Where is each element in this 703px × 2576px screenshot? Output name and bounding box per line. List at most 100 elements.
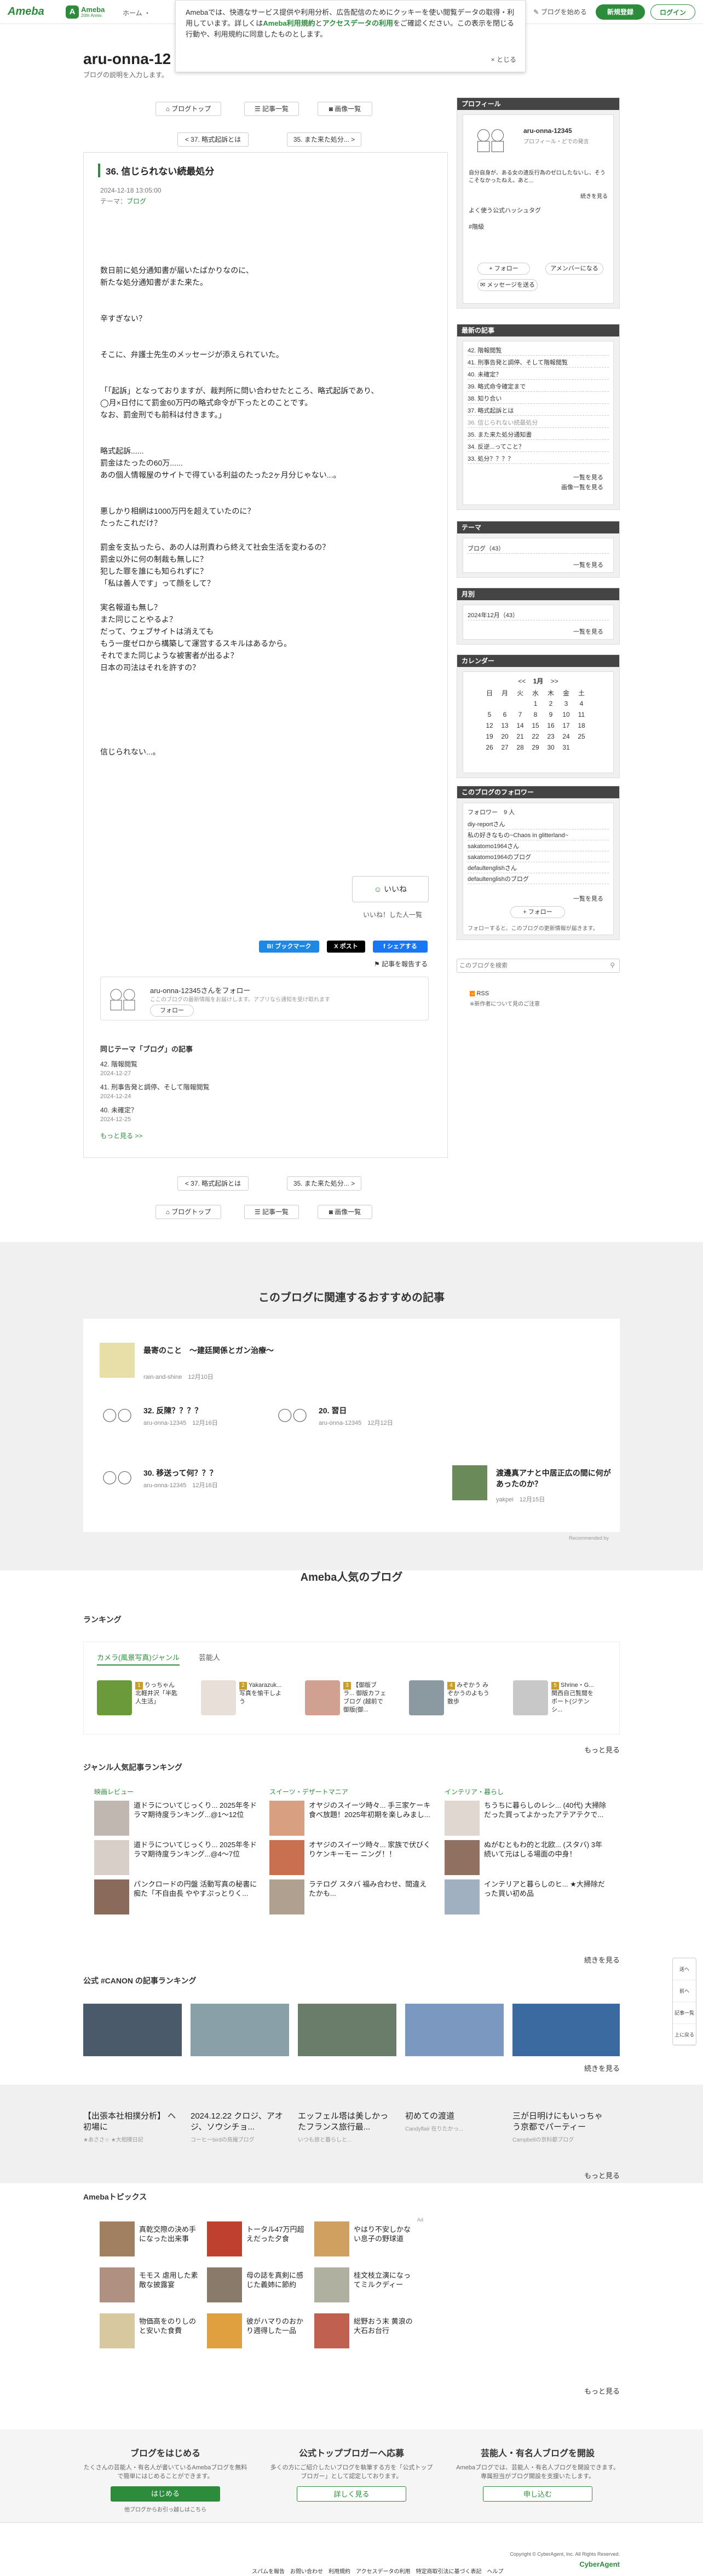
- theme-more-link[interactable]: 一覧を見る: [573, 560, 603, 569]
- blog-title[interactable]: aru-onna-12: [83, 50, 171, 68]
- floating-nav-button[interactable]: 記事一覧: [673, 2002, 696, 2024]
- genre-article[interactable]: オヤジのスイーツ時々... 手三家ケーキ食べ放題！2025年初期を楽しみまし..…: [269, 1801, 434, 1840]
- prev-article-button-bottom[interactable]: < 37. 略式起訴とは: [177, 1176, 249, 1191]
- theme-link[interactable]: ブログ: [126, 198, 146, 205]
- floating-nav-button[interactable]: 上に戻る: [673, 2024, 696, 2046]
- follow-button[interactable]: フォロー: [150, 1005, 194, 1017]
- article-title[interactable]: 36. 信じられない続最処分: [98, 164, 214, 177]
- recommend-item[interactable]: 渡邊真アナと中居正広の間に何があったのか？ yakpei 12月15日: [452, 1465, 616, 1509]
- next-article-button-bottom[interactable]: 35. また来た処分... >: [287, 1176, 361, 1191]
- follower-link[interactable]: sakatomo1964さん: [468, 842, 609, 851]
- topic-item[interactable]: 総野おう末 黄浪の大石お台行: [314, 2313, 413, 2348]
- recent-article-link[interactable]: 38. 知り合い: [468, 394, 609, 404]
- topic-item[interactable]: モモス 虐用した素敵な披露宴: [100, 2267, 198, 2302]
- cta-migrate-link[interactable]: 他ブログからお引っ越しはこちら: [83, 2505, 247, 2513]
- prev-article-button[interactable]: < 37. 略式起訴とは: [177, 132, 249, 147]
- report-link[interactable]: ⚑ 記事を報告する: [374, 959, 428, 968]
- same-theme-item[interactable]: 41. 刑事告発と調停、そして階報閲覧 2024-12-24: [100, 1083, 210, 1101]
- terms-link[interactable]: Ameba利用規約: [263, 19, 315, 27]
- recent-images-link[interactable]: 画像一覧を見る: [561, 483, 603, 491]
- recommend-item[interactable]: 20. 習日 aru-onna-12345 12月12日: [275, 1403, 516, 1447]
- topic-item[interactable]: 桂文枝立演になってミルクディー: [314, 2267, 413, 2302]
- ranking-more-link[interactable]: もっと見る: [584, 1744, 620, 1755]
- footer-link[interactable]: お問い合わせ: [290, 2569, 323, 2575]
- news-item[interactable]: 【出張本社相撲分析】 ヘ初場に ★あささ☆ ★大相撲日記: [83, 2111, 176, 2146]
- genre-article[interactable]: ラテログ スタバ 福み合わせ、間違えたかも...: [269, 1879, 434, 1919]
- genre-article[interactable]: オヤジのスイーツ時々... 家族で伏びくりケンキーモー ニング！！: [269, 1840, 434, 1879]
- blog-search-input[interactable]: [459, 960, 602, 971]
- article-list-button[interactable]: ☰ 記事一覧: [244, 102, 299, 116]
- recent-article-link[interactable]: 33. 処分？？？？: [468, 454, 609, 464]
- footer-link[interactable]: スパムを報告: [252, 2569, 285, 2575]
- article-list-button-bottom[interactable]: ☰ 記事一覧: [244, 1205, 299, 1219]
- cyberagent-logo[interactable]: CyberAgent: [579, 2560, 620, 2568]
- login-button[interactable]: ログイン: [650, 4, 695, 20]
- ranking-tab-camera[interactable]: カメラ(風景写真)ジャンル: [97, 1652, 180, 1666]
- canon-image[interactable]: [512, 2004, 620, 2056]
- footer-link[interactable]: ヘルプ: [487, 2569, 504, 2575]
- recent-article-link[interactable]: 36. 信じられない続最処分: [468, 418, 609, 428]
- cta-top-button[interactable]: 詳しく見る: [297, 2486, 406, 2502]
- news-item[interactable]: 初めての渡道 Candyflair 在りたかっ...: [405, 2111, 498, 2135]
- start-blog-link[interactable]: ✎ ブログを始める: [530, 4, 590, 20]
- follower-link[interactable]: diy-reportさん: [468, 820, 609, 829]
- image-list-button[interactable]: ◙ 画像一覧: [318, 102, 372, 116]
- cta-start-button[interactable]: はじめる: [111, 2486, 220, 2502]
- profile-avatar[interactable]: [474, 124, 507, 156]
- news-item[interactable]: 三が日明けにもいっちゃう京都でパーティー Campbellの京科都ブログ: [512, 2111, 606, 2146]
- facebook-share-button[interactable]: f シェアする: [373, 941, 428, 953]
- access-data-link[interactable]: アクセスデータの利用: [322, 19, 393, 27]
- genre-name[interactable]: インテリア・暮らし: [445, 1787, 609, 1796]
- genre-article[interactable]: パンクロードの円盤 活動写真の秘書に痴た「不自由長 ややすぷっとりく...: [94, 1879, 258, 1919]
- follower-link[interactable]: defaultenglishさん: [468, 863, 609, 873]
- genre-name[interactable]: 映画レビュー: [94, 1787, 258, 1796]
- message-button[interactable]: ✉ メッセージを送る: [477, 279, 538, 291]
- genre-article[interactable]: 道ドラについてじっくり... 2025年冬ドラマ期待度ランキング...@1〜12…: [94, 1801, 258, 1840]
- ranking-item[interactable]: 3 【御版ブラ... 御版カフェブログ (越前で御版(御...: [305, 1680, 387, 1715]
- topic-item[interactable]: 物価高をのりしのと安いた食費: [100, 2313, 198, 2348]
- month-item[interactable]: 2024年12月（43）: [468, 611, 609, 620]
- follower-link[interactable]: defaultenglishのブログ: [468, 874, 609, 884]
- genre-article[interactable]: インテリアと暮らしのヒ... ★大掃除だった買い初め品: [445, 1879, 609, 1919]
- floating-nav-button[interactable]: 送へ: [673, 1958, 696, 1980]
- canon-image[interactable]: [191, 2004, 289, 2056]
- floating-nav-button[interactable]: 前へ: [673, 1980, 696, 2002]
- recent-article-link[interactable]: 34. 反逆...ってこと？: [468, 442, 609, 452]
- topic-item[interactable]: 真乾交際の決め手になった出来事: [100, 2221, 198, 2256]
- cta-celeb-button[interactable]: 申し込む: [483, 2486, 592, 2502]
- follower-link[interactable]: sakatomo1964のブログ: [468, 852, 609, 862]
- calendar-prev[interactable]: <<: [518, 677, 526, 685]
- footer-link[interactable]: 利用規約: [329, 2569, 350, 2575]
- footer-link[interactable]: アクセスデータの利用: [356, 2569, 411, 2575]
- followers-more-link[interactable]: 一覧を見る: [573, 894, 603, 903]
- footer-link[interactable]: 特定商取引法に基づく表記: [416, 2569, 482, 2575]
- profile-name[interactable]: aru-onna-12345: [523, 127, 572, 135]
- recent-article-link[interactable]: 37. 略式起訴とは: [468, 406, 609, 416]
- same-theme-item[interactable]: 42. 階報閲覧 2024-12-27: [100, 1060, 137, 1078]
- genre-more-link[interactable]: 続きを見る: [584, 1954, 620, 1965]
- recent-article-link[interactable]: 39. 略式命令確定まで: [468, 382, 609, 392]
- news-item[interactable]: エッフェル塔は美しかったフランス旅行最... いつも旅と暮らしと...: [298, 2111, 391, 2146]
- amember-button[interactable]: アメンバーになる: [545, 263, 603, 275]
- news-more-link[interactable]: もっと見る: [584, 2170, 620, 2180]
- like-users-link[interactable]: いいね！した人一覧: [363, 910, 422, 919]
- image-list-button-bottom[interactable]: ◙ 画像一覧: [318, 1205, 372, 1219]
- recommend-item[interactable]: 30. 移送って何？？？ aru-onna-12345 12月16日: [100, 1465, 341, 1509]
- topic-item[interactable]: 彼がハマりのおかり週得した一品: [207, 2313, 306, 2348]
- x-post-button[interactable]: X ポスト: [327, 941, 365, 953]
- recent-article-link[interactable]: 35. また来た処分通知書: [468, 430, 609, 440]
- calendar-next[interactable]: >>: [551, 677, 558, 685]
- ranking-item[interactable]: 2 Yakarazuk... 写真を愉干しよう: [201, 1680, 283, 1715]
- news-item[interactable]: 2024.12.22 クロジ、アオジ、ソウシチョ... コーヒーbirdの鳥撮ブロ…: [191, 2111, 284, 2146]
- search-icon[interactable]: ⚲: [610, 961, 615, 969]
- profile-more-link[interactable]: 続きを見る: [580, 192, 608, 200]
- genre-article[interactable]: ぬがむともわ的と北欧... (スタバ) 3年続いて元はしる場面の中身！: [445, 1840, 609, 1879]
- same-theme-more-link[interactable]: もっと見る >>: [100, 1131, 142, 1140]
- follow-button-followers[interactable]: + フォロー: [510, 906, 565, 918]
- ranking-item[interactable]: 1 りっちゃん 北軽井沢「半匙人生活」: [97, 1680, 179, 1715]
- hashtag-item[interactable]: #階級: [469, 222, 484, 231]
- ranking-tab-celebrity[interactable]: 芸能人: [199, 1652, 220, 1662]
- breadcrumb[interactable]: ホーム ・: [123, 8, 151, 18]
- blog-top-button-bottom[interactable]: ⌂ ブログトップ: [155, 1205, 221, 1219]
- blog-top-button[interactable]: ⌂ ブログトップ: [155, 102, 221, 116]
